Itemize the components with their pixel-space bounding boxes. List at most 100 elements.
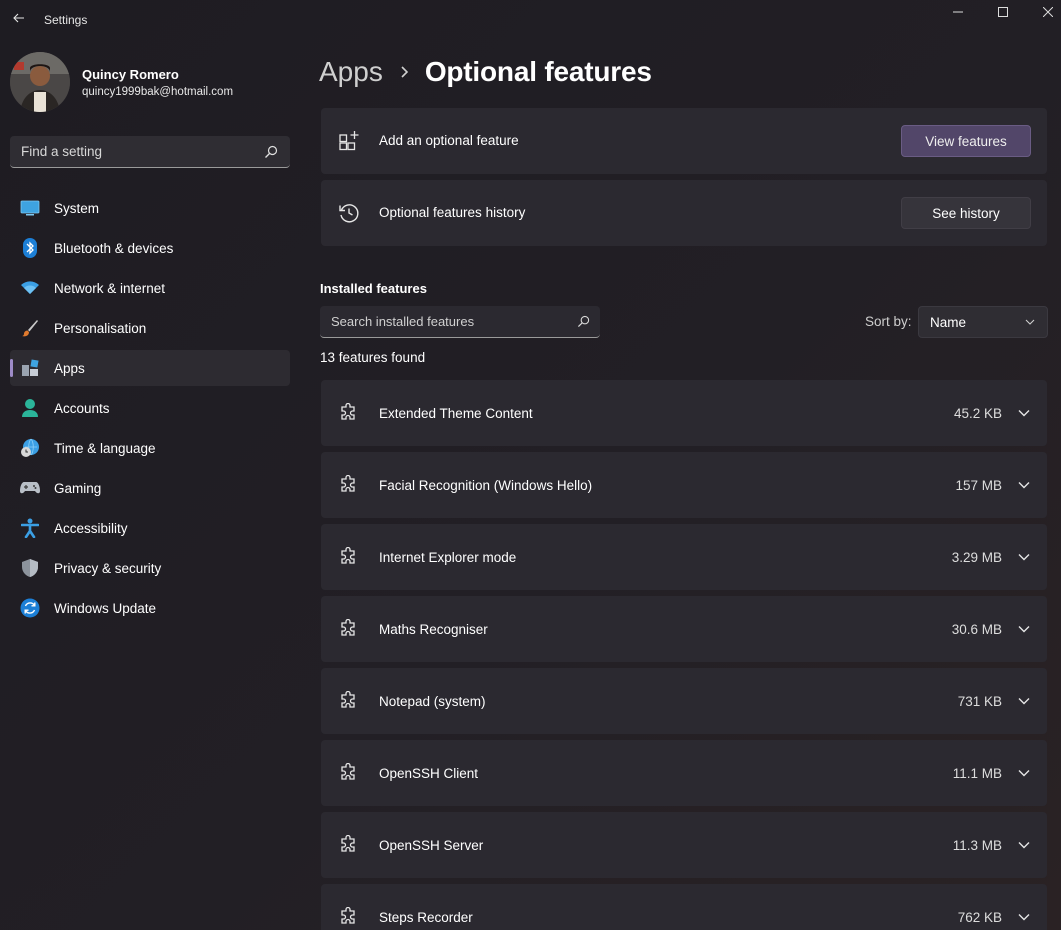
puzzle-piece-icon bbox=[341, 835, 355, 852]
globe-clock-icon bbox=[20, 438, 40, 458]
feature-name: Facial Recognition (Windows Hello) bbox=[379, 478, 593, 493]
avatar[interactable] bbox=[10, 52, 70, 112]
user-profile[interactable]: Quincy Romero quincy1999bak@hotmail.com bbox=[10, 52, 300, 114]
system-display-icon bbox=[20, 198, 40, 218]
sidebar-item-label: Gaming bbox=[54, 481, 102, 496]
feature-size: 3.29 MB bbox=[951, 550, 1002, 565]
settings-window: Settings Quincy Romero quincy1999bak@hot… bbox=[0, 0, 1061, 930]
feature-row[interactable]: Notepad (system) 731 KB bbox=[321, 668, 1047, 734]
find-setting-input[interactable] bbox=[10, 136, 260, 167]
feature-name: Internet Explorer mode bbox=[379, 550, 517, 565]
minimize-button[interactable] bbox=[935, 0, 981, 24]
feature-name: OpenSSH Client bbox=[379, 766, 479, 781]
windows-update-icon bbox=[20, 598, 40, 618]
see-history-button[interactable]: See history bbox=[901, 197, 1031, 229]
apps-icon bbox=[20, 358, 40, 378]
chevron-down-icon[interactable] bbox=[1018, 553, 1030, 561]
accounts-icon bbox=[20, 398, 40, 418]
sidebar-item-label: System bbox=[54, 201, 100, 216]
history-label: Optional features history bbox=[379, 205, 526, 220]
feature-row[interactable]: Extended Theme Content 45.2 KB bbox=[321, 380, 1047, 446]
sidebar-item-privacy-security[interactable]: Privacy & security bbox=[10, 550, 290, 586]
accessibility-icon bbox=[20, 518, 40, 538]
chevron-down-icon[interactable] bbox=[1018, 697, 1030, 705]
sidebar-item-label: Bluetooth & devices bbox=[54, 241, 174, 256]
search-icon[interactable] bbox=[264, 145, 278, 159]
close-button[interactable] bbox=[1025, 0, 1061, 24]
chevron-down-icon[interactable] bbox=[1018, 409, 1030, 417]
wifi-icon bbox=[20, 278, 40, 298]
sidebar-item-bluetooth[interactable]: Bluetooth & devices bbox=[10, 230, 290, 266]
page-title: Optional features bbox=[424, 56, 652, 87]
feature-row[interactable]: Facial Recognition (Windows Hello) 157 M… bbox=[321, 452, 1047, 518]
avatar-photo-icon bbox=[10, 52, 70, 112]
puzzle-piece-icon bbox=[341, 691, 355, 708]
sidebar-item-accounts[interactable]: Accounts bbox=[10, 390, 290, 426]
gamepad-icon bbox=[20, 478, 40, 498]
puzzle-piece-icon bbox=[341, 763, 355, 780]
feature-size: 30.6 MB bbox=[951, 622, 1002, 637]
sidebar-item-label: Windows Update bbox=[54, 601, 157, 616]
sidebar-item-label: Accounts bbox=[54, 401, 110, 416]
sidebar-item-label: Time & language bbox=[54, 441, 156, 456]
add-optional-feature-card: Add an optional feature View features bbox=[321, 108, 1047, 174]
chevron-down-icon[interactable] bbox=[1018, 913, 1030, 921]
sort-by-dropdown[interactable]: Name bbox=[918, 306, 1048, 338]
close-icon bbox=[1043, 7, 1053, 17]
chevron-right-icon bbox=[401, 66, 408, 78]
search-icon[interactable] bbox=[577, 315, 590, 328]
sidebar-item-label: Network & internet bbox=[54, 281, 166, 296]
feature-row[interactable]: Maths Recogniser 30.6 MB bbox=[321, 596, 1047, 662]
feature-row[interactable]: Steps Recorder 762 KB bbox=[321, 884, 1047, 930]
maximize-icon bbox=[998, 7, 1008, 17]
view-features-button[interactable]: View features bbox=[901, 125, 1031, 157]
sidebar-item-time-language[interactable]: Time & language bbox=[10, 430, 290, 466]
sort-by-label: Sort by: bbox=[865, 314, 912, 329]
breadcrumb: Apps Optional features bbox=[319, 54, 652, 90]
sidebar-item-label: Privacy & security bbox=[54, 561, 162, 576]
breadcrumb-parent-link[interactable]: Apps bbox=[319, 56, 383, 88]
puzzle-piece-icon bbox=[341, 907, 355, 924]
feature-name: Extended Theme Content bbox=[379, 406, 533, 421]
sidebar-item-windows-update[interactable]: Windows Update bbox=[10, 590, 290, 626]
sidebar-item-personalisation[interactable]: Personalisation bbox=[10, 310, 290, 346]
sidebar-item-network[interactable]: Network & internet bbox=[10, 270, 290, 306]
feature-name: Notepad (system) bbox=[379, 694, 486, 709]
search-installed-features-input[interactable] bbox=[320, 306, 570, 337]
bluetooth-icon bbox=[20, 238, 40, 258]
sidebar-item-apps[interactable]: Apps bbox=[10, 350, 290, 386]
chevron-down-icon[interactable] bbox=[1018, 841, 1030, 849]
puzzle-piece-icon bbox=[341, 475, 355, 492]
sidebar-item-accessibility[interactable]: Accessibility bbox=[10, 510, 290, 546]
chevron-down-icon[interactable] bbox=[1018, 769, 1030, 777]
profile-name: Quincy Romero bbox=[82, 67, 179, 82]
add-feature-label: Add an optional feature bbox=[379, 133, 519, 148]
features-count: 13 features found bbox=[320, 350, 426, 365]
feature-size: 11.1 MB bbox=[952, 766, 1002, 781]
feature-size: 731 KB bbox=[957, 694, 1002, 709]
feature-size: 157 MB bbox=[955, 478, 1002, 493]
sidebar-nav: System Bluetooth & devices Network & int… bbox=[10, 190, 290, 630]
feature-row[interactable]: Internet Explorer mode 3.29 MB bbox=[321, 524, 1047, 590]
feature-size: 11.3 MB bbox=[952, 838, 1002, 853]
back-button[interactable] bbox=[8, 6, 30, 30]
feature-row[interactable]: OpenSSH Client 11.1 MB bbox=[321, 740, 1047, 806]
chevron-down-icon[interactable] bbox=[1018, 625, 1030, 633]
sidebar-item-gaming[interactable]: Gaming bbox=[10, 470, 290, 506]
maximize-button[interactable] bbox=[980, 0, 1026, 24]
feature-row[interactable]: OpenSSH Server 11.3 MB bbox=[321, 812, 1047, 878]
app-title: Settings bbox=[44, 13, 88, 27]
add-feature-icon bbox=[339, 131, 359, 151]
chevron-down-icon[interactable] bbox=[1018, 481, 1030, 489]
puzzle-piece-icon bbox=[341, 403, 355, 420]
profile-email: quincy1999bak@hotmail.com bbox=[82, 86, 234, 98]
puzzle-piece-icon bbox=[341, 547, 355, 564]
sort-by-value: Name bbox=[930, 315, 967, 330]
sidebar-item-system[interactable]: System bbox=[10, 190, 290, 226]
puzzle-piece-icon bbox=[341, 619, 355, 636]
back-arrow-icon bbox=[13, 13, 24, 23]
sidebar-item-label: Apps bbox=[54, 361, 85, 376]
sidebar-item-label: Accessibility bbox=[54, 521, 128, 536]
feature-size: 45.2 KB bbox=[953, 406, 1002, 421]
sidebar-item-label: Personalisation bbox=[54, 321, 147, 336]
